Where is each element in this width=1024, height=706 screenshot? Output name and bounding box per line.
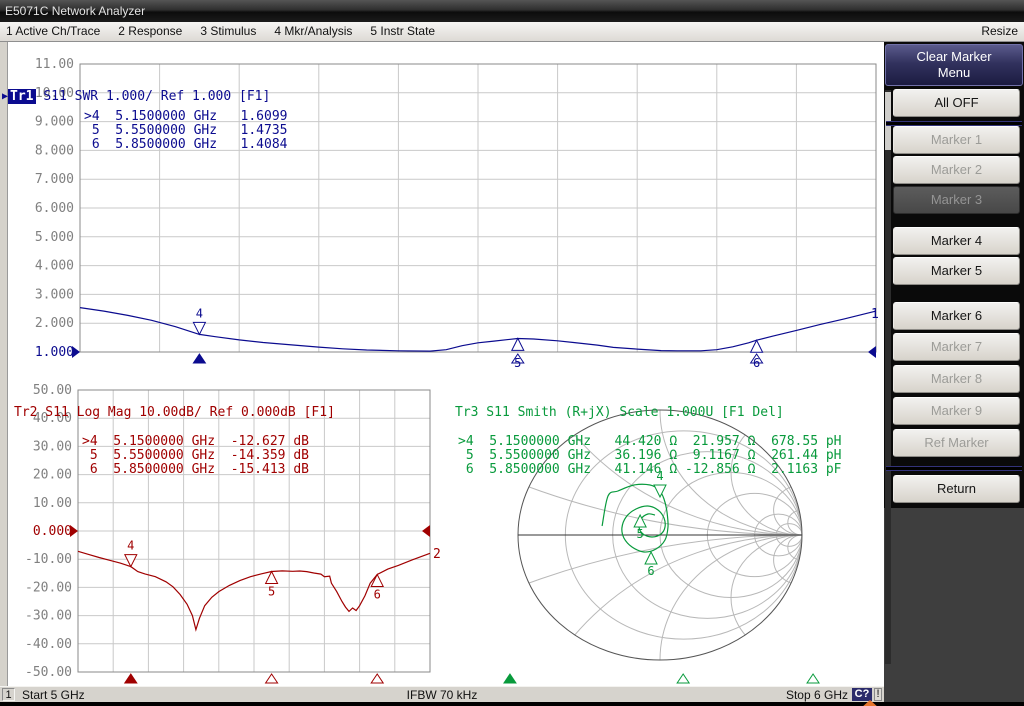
app-window: E5071C Network Analyzer 1 Active Ch/Trac…	[0, 0, 1024, 706]
svg-text:4: 4	[196, 306, 203, 320]
softkey-header-line2: Menu	[886, 65, 1022, 81]
marker-readout-row: 6 5.8500000 GHz 1.4084	[84, 138, 288, 152]
svg-text:7.000: 7.000	[35, 172, 74, 187]
svg-text:4.000: 4.000	[35, 259, 74, 274]
tr2-plot: 50.0040.0030.0020.0010.000.000-10.00-20.…	[25, 383, 441, 683]
menu-item-2[interactable]: 2 Response	[118, 22, 182, 41]
softkey-marker-4[interactable]: Marker 4	[893, 227, 1020, 255]
svg-text:6: 6	[753, 356, 760, 370]
svg-text:4: 4	[127, 539, 134, 553]
svg-text:20.00: 20.00	[33, 468, 72, 483]
tr3-title[interactable]: Tr3 S11 Smith (R+jX) Scale 1.000U [F1 De…	[455, 405, 784, 420]
svg-text:0.000: 0.000	[33, 524, 72, 539]
tr2-marker-table: >4 5.1500000 GHz -12.627 dB 5 5.5500000 …	[82, 435, 309, 477]
marker-readout-row: 5 5.5500000 GHz -14.359 dB	[82, 449, 309, 463]
svg-text:11.00: 11.00	[35, 57, 74, 72]
marker-readout-row: >4 5.1500000 GHz 44.420 Ω 21.957 Ω 678.5…	[458, 435, 842, 449]
svg-text:5: 5	[637, 527, 644, 541]
title-bar[interactable]: E5071C Network Analyzer	[0, 0, 1024, 22]
softkey-marker-7: Marker 7	[893, 333, 1020, 361]
svg-text:3.000: 3.000	[35, 287, 74, 302]
svg-text:6.000: 6.000	[35, 201, 74, 216]
svg-text:1.000: 1.000	[35, 345, 74, 360]
marker-readout-row: >4 5.1500000 GHz 1.6099	[84, 110, 288, 124]
tr2-marker-5-glyph: 5	[266, 571, 278, 683]
menu-bar: 1 Active Ch/Trace 2 Response 3 Stimulus 4 M…	[0, 22, 1024, 42]
menu-items: 1 Active Ch/Trace 2 Response 3 Stimulus 4 M…	[0, 22, 1024, 41]
svg-text:30.00: 30.00	[33, 439, 72, 454]
resize-menu-item[interactable]: Resize	[981, 22, 1018, 41]
softkey-marker-2: Marker 2	[893, 156, 1020, 184]
tr1-badge: Tr1	[8, 89, 35, 104]
tr1-marker-5-glyph: 5	[512, 338, 524, 370]
tr3-marker-4-glyph: 4	[504, 469, 666, 683]
tr1-title[interactable]: ▶Tr1 S11 SWR 1.000/ Ref 1.000 [F1]	[2, 89, 270, 104]
tr1-title-text: S11 SWR 1.000/ Ref 1.000 [F1]	[36, 89, 271, 104]
softkey-scrollbar[interactable]	[885, 90, 891, 664]
marker-readout-row: 5 5.5500000 GHz 36.196 Ω 9.1167 Ω 261.44…	[458, 449, 842, 463]
menu-item-5[interactable]: 5 Instr State	[370, 22, 435, 41]
tr2-title[interactable]: Tr2 S11 Log Mag 10.00dB/ Ref 0.000dB [F1…	[14, 405, 335, 420]
svg-text:-10.00: -10.00	[25, 552, 72, 567]
svg-text:8.000: 8.000	[35, 143, 74, 158]
svg-text:10.00: 10.00	[33, 496, 72, 511]
tr3-marker-5-glyph: 5	[634, 515, 689, 683]
instrument-display: 11.00 10.00 9.000 8.000 7.000 6.000 5.000 4.000…	[0, 42, 884, 686]
status-ifbw: IFBW 70 kHz	[0, 688, 884, 702]
svg-text:5: 5	[268, 584, 275, 598]
softkey-marker-5[interactable]: Marker 5	[893, 257, 1020, 285]
svg-text:2: 2	[433, 547, 441, 562]
softkey-separator	[886, 121, 1022, 126]
window-title: E5071C Network Analyzer	[5, 4, 145, 18]
svg-text:-20.00: -20.00	[25, 580, 72, 595]
tr2-marker-6-glyph: 6	[371, 574, 383, 683]
svg-text:2.000: 2.000	[35, 316, 74, 331]
softkey-menu-header: Clear Marker Menu	[885, 44, 1023, 86]
softkey-marker-3[interactable]: Marker 3	[893, 186, 1020, 214]
softkey-ref-marker: Ref Marker	[893, 429, 1020, 457]
svg-text:9.000: 9.000	[35, 115, 74, 130]
softkey-marker-1: Marker 1	[893, 126, 1020, 154]
softkey-marker-8: Marker 8	[893, 365, 1020, 393]
svg-text:6: 6	[647, 564, 654, 578]
sweep-position-arrow-icon	[861, 700, 879, 706]
softkey-return[interactable]: Return	[893, 475, 1020, 503]
tr2-marker-4-glyph: 4	[125, 539, 137, 683]
menu-item-4[interactable]: 4 Mkr/Analysis	[274, 22, 352, 41]
svg-text:-50.00: -50.00	[25, 665, 72, 680]
status-bar: 1 Start 5 GHz IFBW 70 kHz Stop 6 GHz C? …	[0, 686, 884, 702]
softkey-marker-9: Marker 9	[893, 397, 1020, 425]
svg-text:50.00: 50.00	[33, 383, 72, 398]
sidebar-empty-area	[884, 508, 1024, 706]
softkey-marker-6[interactable]: Marker 6	[893, 302, 1020, 330]
softkey-header-line1: Clear Marker	[886, 49, 1022, 65]
display-left-strip	[0, 42, 8, 686]
softkey-separator	[886, 466, 1022, 471]
marker-readout-row: 6 5.8500000 GHz -15.413 dB	[82, 463, 309, 477]
marker-readout-row: >4 5.1500000 GHz -12.627 dB	[82, 435, 309, 449]
svg-text:1: 1	[871, 307, 879, 322]
tr3-marker-table: >4 5.1500000 GHz 44.420 Ω 21.957 Ω 678.5…	[458, 435, 842, 477]
softkey-all-off[interactable]: All OFF	[893, 89, 1020, 117]
softkey-sidebar: Clear Marker Menu All OFFMarker 1Marker …	[884, 42, 1024, 706]
menu-item-3[interactable]: 3 Stimulus	[200, 22, 256, 41]
svg-text:-30.00: -30.00	[25, 609, 72, 624]
svg-text:6: 6	[374, 587, 381, 601]
marker-readout-row: 5 5.5500000 GHz 1.4735	[84, 124, 288, 138]
status-stop-frequency: Stop 6 GHz	[786, 688, 848, 702]
tr1-marker-table: >4 5.1500000 GHz 1.6099 5 5.5500000 GHz …	[84, 110, 288, 152]
menu-item-1[interactable]: 1 Active Ch/Trace	[6, 22, 100, 41]
tr1-marker-6-glyph: 6	[751, 340, 763, 370]
marker-readout-row: 6 5.8500000 GHz 41.146 Ω -12.856 Ω 2.116…	[458, 463, 842, 477]
svg-text:-40.00: -40.00	[25, 637, 72, 652]
svg-text:5.000: 5.000	[35, 230, 74, 245]
svg-text:5: 5	[514, 356, 521, 370]
